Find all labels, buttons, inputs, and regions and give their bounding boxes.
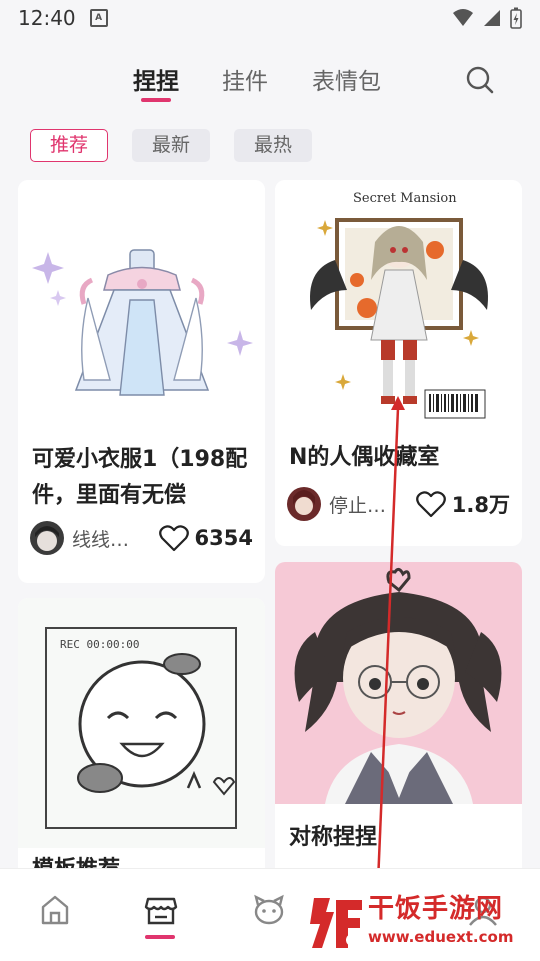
tab-stickers[interactable]: 表情包 [312,62,381,96]
card-meta: 停止… 1.8万 [287,484,510,524]
card-title: 可爱小衣服1（198配件，里面有无偿 [32,447,248,508]
filter-row: 推荐 最新 最热 [0,129,540,163]
store-icon[interactable] [144,893,178,927]
post-card[interactable]: 对称捏捏 [275,562,522,882]
status-time: 12:40 [18,6,76,30]
tab-nienie[interactable]: 捏捏 [133,62,179,96]
search-icon[interactable] [466,66,494,94]
active-tab-indicator [141,98,171,102]
filter-hottest[interactable]: 最热 [234,129,312,162]
sketch-thumbnail: REC 00:00:00 [18,598,265,848]
post-card[interactable]: Secret Mansion N的人偶收藏室 停止… 1.8万 [275,180,522,546]
watermark-url: www.eduext.com [368,928,514,946]
wifi-icon [453,9,473,26]
watermark: 干饭手游网 www.eduext.com [304,888,540,960]
sim-icon: A [89,9,108,27]
like-number: 6354 [194,526,253,550]
watermark-title: 干饭手游网 [368,894,504,924]
top-tabs: 捏捏 挂件 表情包 [0,56,540,108]
rec-label: REC 00:00:00 [60,638,139,651]
dress-thumbnail [18,180,265,430]
card-title: 对称捏捏 [289,825,378,850]
heart-icon [158,525,189,552]
avatar [30,521,64,555]
anime-girl-thumbnail [275,562,522,804]
author-name: 线线… [72,528,130,551]
like-count[interactable]: 6354 [158,524,253,552]
author-name: 停止… [329,494,387,517]
signal-icon [484,10,500,26]
author[interactable]: 线线… [30,521,129,555]
battery-charging-icon [510,7,522,29]
author[interactable]: 停止… [287,487,386,521]
pet-face-icon[interactable] [252,893,286,927]
doll-cover-thumbnail: Secret Mansion [275,180,522,430]
filter-recommended[interactable]: 推荐 [30,129,108,162]
post-card[interactable]: REC 00:00:00 模板推荐 [18,598,265,888]
card-meta: 线线… 6354 [30,518,253,558]
tab-pendants[interactable]: 挂件 [222,62,268,96]
avatar [287,487,321,521]
filter-latest[interactable]: 最新 [132,129,210,162]
post-card[interactable]: 可爱小衣服1（198配件，里面有无偿 线线… 6354 [18,180,265,583]
heart-icon [415,491,446,518]
watermark-logo [310,898,362,948]
status-bar: 12:40 A [0,0,540,36]
cover-title: Secret Mansion [353,191,457,206]
card-title: N的人偶收藏室 [289,445,440,470]
home-icon[interactable] [38,893,72,927]
active-nav-indicator [145,935,175,939]
like-number: 1.8万 [451,493,510,517]
like-count[interactable]: 1.8万 [415,489,510,519]
